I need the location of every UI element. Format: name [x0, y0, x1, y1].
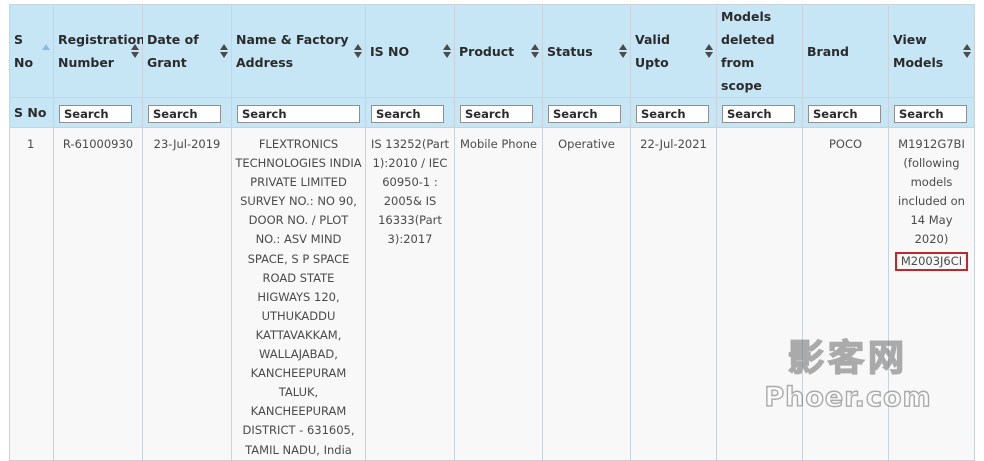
- col-header-label: Name & Factory Address: [236, 32, 349, 70]
- filter-cell: [630, 97, 717, 128]
- col-header-date-of-grant[interactable]: Date of Grant: [142, 4, 232, 98]
- view-models-text: M1912G7BI (following models included on …: [898, 137, 965, 247]
- highlighted-model-number: M2003J6CI: [894, 251, 969, 271]
- sort-icon[interactable]: [354, 43, 362, 59]
- sort-icon[interactable]: [705, 43, 713, 59]
- search-input-date-of-grant[interactable]: [148, 104, 221, 123]
- cell-registration-number: R-61000930: [53, 127, 143, 461]
- sort-icon[interactable]: [619, 43, 627, 59]
- search-input-view-models[interactable]: [894, 104, 967, 123]
- search-input-name-address[interactable]: [237, 104, 360, 123]
- col-header-brand: Brand: [802, 4, 889, 98]
- filter-row-label: S No: [9, 97, 54, 128]
- filter-cell: [142, 97, 232, 128]
- cell-product: Mobile Phone: [454, 127, 543, 461]
- col-header-registration-number[interactable]: Registration Number: [53, 4, 146, 98]
- cell-is-no: IS 13252(Part 1):2010 / IEC 60950-1 : 20…: [365, 127, 455, 461]
- watermark-logo: 影客网 Phoer.com: [764, 337, 932, 412]
- sort-ascending-icon[interactable]: [42, 43, 50, 59]
- filter-cell: [542, 97, 631, 128]
- cell-sno: 1: [9, 127, 54, 461]
- sort-icon[interactable]: [131, 43, 139, 59]
- search-input-brand[interactable]: [808, 104, 881, 123]
- col-header-label: Models deleted from scope: [721, 9, 775, 93]
- search-input-product[interactable]: [460, 104, 533, 123]
- col-header-label: Registration Number: [58, 32, 146, 70]
- col-header-status[interactable]: Status: [542, 4, 631, 98]
- filter-row: S No: [9, 97, 975, 128]
- filter-cell: [802, 97, 889, 128]
- cell-valid-upto: 22-Jul-2021: [630, 127, 717, 461]
- search-input-valid-upto[interactable]: [636, 104, 709, 123]
- cell-date-of-grant: 23-Jul-2019: [142, 127, 232, 461]
- search-input-models-deleted[interactable]: [722, 104, 795, 123]
- col-header-is-no[interactable]: IS NO: [365, 4, 455, 98]
- sort-icon[interactable]: [220, 43, 228, 59]
- header-row: S No Registration Number Date of Grant N…: [9, 4, 975, 98]
- search-input-registration-number[interactable]: [59, 104, 132, 123]
- col-header-label: Brand: [807, 43, 849, 59]
- col-header-label: View Models: [893, 32, 944, 70]
- watermark-latin-text: Phoer.com: [764, 382, 931, 412]
- cell-status: Operative: [542, 127, 631, 461]
- sort-icon[interactable]: [443, 43, 451, 59]
- col-header-sno[interactable]: S No: [9, 4, 54, 98]
- filter-cell: [716, 97, 803, 128]
- search-input-status[interactable]: [548, 104, 621, 123]
- col-header-name-address[interactable]: Name & Factory Address: [231, 4, 366, 98]
- col-header-label: Product: [459, 43, 515, 59]
- col-header-view-models[interactable]: View Models: [888, 4, 975, 98]
- filter-cell: [365, 97, 455, 128]
- search-input-is-no[interactable]: [371, 104, 444, 123]
- sort-icon[interactable]: [531, 43, 539, 59]
- col-header-label: Valid Upto: [635, 32, 670, 70]
- col-header-models-deleted: Models deleted from scope: [716, 4, 803, 98]
- col-header-label: Status: [547, 43, 593, 59]
- sort-icon[interactable]: [963, 43, 971, 59]
- cell-name-address: FLEXTRONICS TECHNOLOGIES INDIA PRIVATE L…: [231, 127, 366, 461]
- filter-cell: [53, 97, 143, 128]
- filter-cell: [888, 97, 975, 128]
- col-header-label: Date of Grant: [147, 32, 199, 70]
- col-header-label: IS NO: [370, 43, 410, 59]
- filter-cell: [454, 97, 543, 128]
- watermark-chinese-text: 影客网: [788, 338, 908, 379]
- col-header-product[interactable]: Product: [454, 4, 543, 98]
- filter-cell: [231, 97, 366, 128]
- col-header-valid-upto[interactable]: Valid Upto: [630, 4, 717, 98]
